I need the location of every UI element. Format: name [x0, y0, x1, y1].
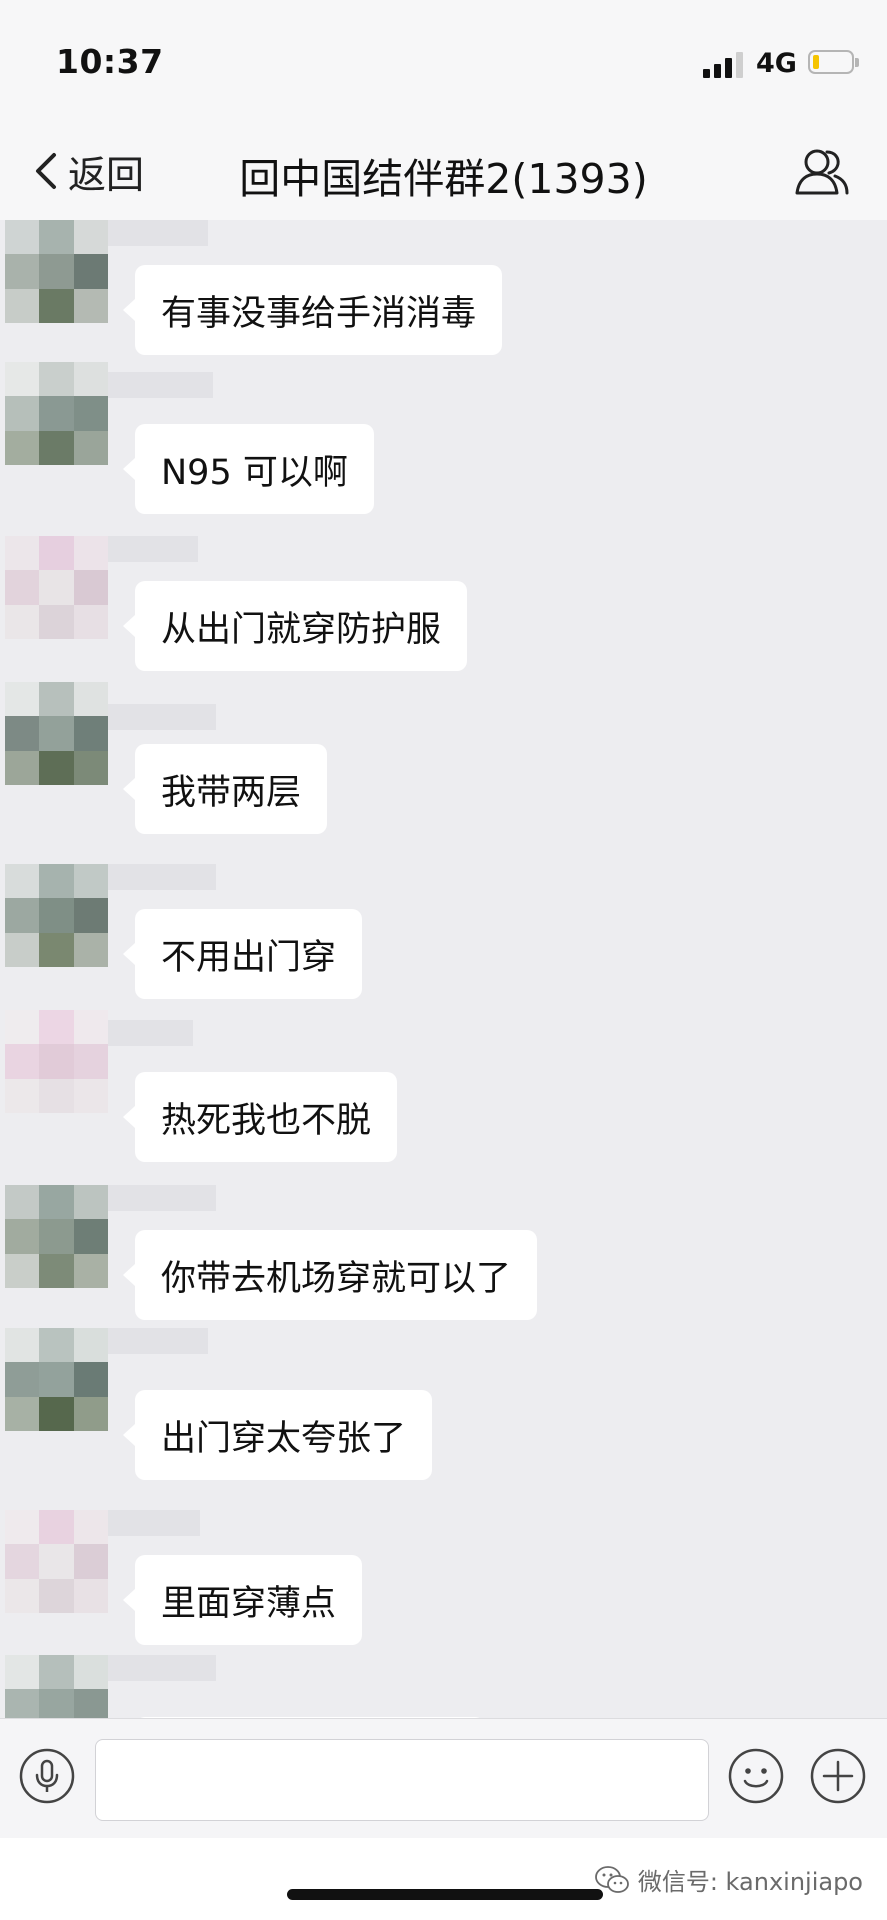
message-bubble[interactable]: 里面穿薄点 [122, 1555, 363, 1645]
message-bubble[interactable]: 热死我也不脱 [122, 1072, 398, 1162]
message-text: 出门穿太夸张了 [161, 1418, 407, 1459]
wechat-logo-icon [594, 1865, 629, 1893]
message-text: N95 可以啊 [161, 452, 348, 493]
more-options-button[interactable] [809, 1747, 867, 1805]
avatar[interactable] [5, 1185, 108, 1288]
battery-icon [808, 50, 859, 74]
message-row: 不用出门穿 [0, 864, 887, 1014]
back-label: 返回 [68, 152, 145, 197]
message-row: 从出门就穿防护服 [0, 536, 887, 686]
message-text: 从出门就穿防护服 [161, 609, 442, 650]
chat-title: 回中国结伴群2(1393) [239, 155, 648, 203]
nav-bar: 返回 回中国结伴群2(1393) [0, 125, 887, 220]
status-time: 10:37 [56, 42, 164, 81]
sender-name-blurred [108, 372, 213, 398]
message-row: N95 可以啊 [0, 362, 887, 514]
message-text: 你带去机场穿就可以了 [161, 1258, 512, 1299]
sender-name-blurred [108, 1328, 208, 1354]
message-text: 里面穿薄点 [161, 1583, 337, 1624]
avatar[interactable] [5, 1510, 108, 1613]
message-bubble[interactable]: 从出门就穿防护服 [122, 581, 468, 671]
message-row: 里面穿薄点 [0, 1510, 887, 1660]
sender-name-blurred [108, 1185, 216, 1211]
sender-name-blurred [108, 1020, 193, 1046]
chevron-left-icon [36, 153, 56, 189]
avatar[interactable] [5, 864, 108, 967]
message-bubble[interactable]: N95 可以啊 [123, 424, 374, 514]
back-button[interactable]: 返回 [32, 143, 144, 199]
plus-icon [810, 1748, 866, 1804]
message-row: 热死我也不脱 [0, 1010, 887, 1162]
sender-name-blurred [108, 1655, 216, 1681]
emoji-button[interactable] [727, 1747, 785, 1805]
message-bubble[interactable]: 有事没事给手消消毒 [122, 265, 503, 355]
message-row: 你带去机场穿就可以了 [0, 1185, 887, 1335]
sender-name-blurred [108, 1510, 200, 1536]
message-text-input[interactable] [95, 1739, 709, 1821]
avatar[interactable] [5, 362, 108, 465]
avatar[interactable] [5, 1010, 108, 1113]
message-row: 我带两层 [0, 682, 887, 834]
message-input-bar [0, 1718, 887, 1839]
group-members-icon [795, 149, 849, 195]
group-info-button[interactable] [794, 145, 850, 199]
message-bubble[interactable]: 不用出门穿 [122, 909, 363, 999]
sender-name-blurred [108, 704, 216, 730]
chat-message-list[interactable]: 有事没事给手消消毒 N95 可以啊 从出门就穿防护服 我带两层 不用出门穿 热死… [0, 220, 887, 1732]
sender-name-blurred [108, 536, 198, 562]
sender-name-blurred [108, 220, 208, 246]
smiley-icon [728, 1748, 784, 1804]
avatar[interactable] [5, 220, 108, 323]
message-bubble[interactable]: 我带两层 [122, 744, 328, 834]
microphone-icon [19, 1748, 75, 1804]
avatar[interactable] [5, 1328, 108, 1431]
sender-name-blurred [108, 864, 216, 890]
message-bubble[interactable]: 你带去机场穿就可以了 [122, 1230, 538, 1320]
watermark-text: 微信号: kanxinjiapo [637, 1868, 863, 1896]
status-bar: 10:37 4G [0, 0, 887, 125]
message-row: 出门穿太夸张了 [0, 1328, 887, 1480]
watermark: 微信号: kanxinjiapo [594, 1862, 863, 1897]
message-text: 不用出门穿 [161, 937, 337, 978]
voice-input-button[interactable] [18, 1747, 76, 1805]
message-text: 我带两层 [161, 772, 302, 813]
cellular-signal-icon [703, 52, 747, 78]
avatar[interactable] [5, 682, 108, 785]
home-indicator[interactable] [287, 1889, 603, 1900]
message-text: 热死我也不脱 [161, 1100, 372, 1141]
message-text: 有事没事给手消消毒 [161, 293, 477, 334]
network-type: 4G [756, 48, 797, 79]
message-row: 有事没事给手消消毒 [0, 220, 887, 370]
avatar[interactable] [5, 536, 108, 639]
message-bubble[interactable]: 出门穿太夸张了 [122, 1390, 433, 1480]
